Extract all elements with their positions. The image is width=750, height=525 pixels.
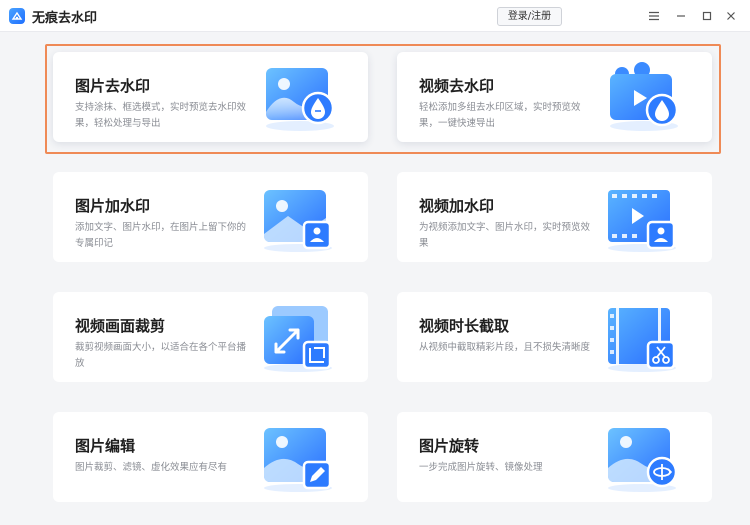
video-trim-icon	[602, 302, 682, 374]
title-bar: 无痕去水印 登录/注册	[0, 0, 750, 32]
image-edit-icon	[258, 422, 338, 494]
card-title: 视频时长截取	[419, 317, 510, 335]
menu-icon[interactable]	[645, 7, 663, 25]
feature-card-image-edit[interactable]: 图片编辑 图片裁剪、滤镜、虚化效果应有尽有	[53, 412, 368, 502]
card-desc: 为视频添加文字、图片水印，实时预览效果	[419, 222, 591, 249]
video-remove-watermark-icon	[602, 62, 682, 134]
feature-card-image-rotate[interactable]: 图片旋转 一步完成图片旋转、镜像处理	[397, 412, 712, 502]
video-add-watermark-icon	[602, 182, 682, 254]
minimize-icon[interactable]	[672, 7, 690, 25]
image-rotate-icon	[602, 422, 682, 494]
card-desc: 图片裁剪、滤镜、虚化效果应有尽有	[75, 462, 228, 473]
app-title: 无痕去水印	[32, 11, 98, 26]
feature-card-video-add-watermark[interactable]: 视频加水印 为视频添加文字、图片水印，实时预览效果	[397, 172, 712, 262]
card-title: 图片编辑	[75, 437, 136, 455]
card-desc: 从视频中截取精彩片段，且不损失清晰度	[419, 342, 591, 353]
image-add-watermark-icon	[258, 182, 338, 254]
login-register-button[interactable]: 登录/注册	[497, 7, 562, 26]
card-title: 视频画面裁剪	[75, 317, 166, 335]
feature-card-video-crop[interactable]: 视频画面裁剪 裁剪视频画面大小，以适合在各个平台播放	[53, 292, 368, 382]
card-title: 图片旋转	[419, 437, 480, 455]
feature-card-video-trim[interactable]: 视频时长截取 从视频中截取精彩片段，且不损失清晰度	[397, 292, 712, 382]
feature-card-image-remove-watermark[interactable]: 图片去水印 支持涂抹、框选模式，实时预览去水印效果，轻松处理与导出	[53, 52, 368, 142]
feature-card-image-add-watermark[interactable]: 图片加水印 添加文字、图片水印，在图片上留下你的专属印记	[53, 172, 368, 262]
card-desc: 支持涂抹、框选模式，实时预览去水印效果，轻松处理与导出	[75, 102, 247, 129]
card-title: 视频加水印	[419, 197, 495, 215]
card-desc: 添加文字、图片水印，在图片上留下你的专属印记	[75, 222, 247, 249]
image-remove-watermark-icon	[258, 62, 338, 134]
video-crop-icon	[258, 302, 338, 374]
card-title: 视频去水印	[419, 77, 495, 95]
card-title: 图片加水印	[75, 197, 151, 215]
card-title: 图片去水印	[75, 77, 151, 95]
card-desc: 轻松添加多组去水印区域，实时预览效果，一键快速导出	[419, 102, 581, 129]
app-logo-icon	[9, 8, 25, 24]
maximize-icon[interactable]	[698, 7, 716, 25]
close-icon[interactable]	[722, 7, 740, 25]
card-desc: 裁剪视频画面大小，以适合在各个平台播放	[75, 342, 247, 369]
feature-card-video-remove-watermark[interactable]: 视频去水印 轻松添加多组去水印区域，实时预览效果，一键快速导出	[397, 52, 712, 142]
card-desc: 一步完成图片旋转、镜像处理	[419, 462, 543, 473]
